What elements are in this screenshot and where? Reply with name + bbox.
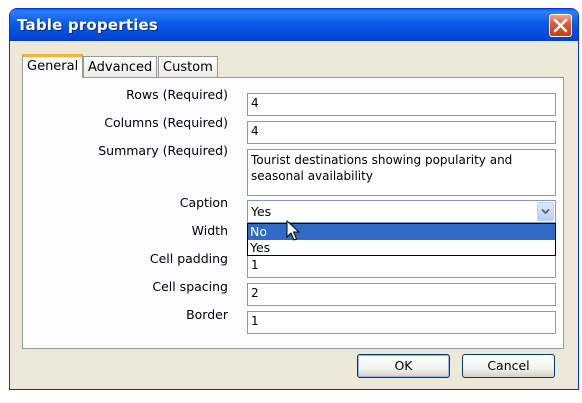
- caption-label: Caption: [179, 195, 228, 210]
- cell-spacing-label: Cell spacing: [152, 279, 228, 294]
- rows-label: Rows (Required): [126, 87, 228, 102]
- dialog-title: Table properties: [17, 16, 159, 34]
- tab-advanced[interactable]: Advanced: [83, 56, 158, 77]
- caption-selected-value: Yes: [251, 204, 272, 219]
- summary-label: Summary (Required): [98, 143, 228, 158]
- rows-input[interactable]: 4: [247, 93, 556, 116]
- title-bar[interactable]: Table properties: [10, 9, 578, 41]
- chevron-down-icon: [541, 208, 550, 215]
- border-label: Border: [186, 307, 228, 322]
- tab-general[interactable]: General: [22, 54, 84, 78]
- close-icon: [553, 18, 568, 33]
- cell-padding-label: Cell padding: [149, 251, 228, 266]
- cell-spacing-input[interactable]: 2: [247, 283, 556, 306]
- cancel-button[interactable]: Cancel: [462, 354, 555, 378]
- columns-label: Columns (Required): [104, 115, 228, 130]
- close-button[interactable]: [549, 14, 572, 37]
- mouse-cursor-icon: [286, 220, 300, 241]
- tab-custom[interactable]: Custom: [158, 56, 218, 77]
- dropdown-button[interactable]: [537, 202, 554, 221]
- dialog-window: Table properties General Advanced Custom…: [9, 8, 579, 390]
- caption-option-yes[interactable]: Yes: [248, 240, 555, 256]
- columns-input[interactable]: 4: [247, 121, 556, 144]
- ok-button[interactable]: OK: [357, 354, 450, 378]
- general-panel: Rows (Required) Columns (Required) Summa…: [22, 77, 564, 349]
- border-input[interactable]: 1: [247, 311, 556, 334]
- width-label: Width: [191, 223, 228, 238]
- cell-padding-input[interactable]: 1: [247, 255, 556, 278]
- summary-textarea[interactable]: Tourist destinations showing popularity …: [247, 149, 556, 196]
